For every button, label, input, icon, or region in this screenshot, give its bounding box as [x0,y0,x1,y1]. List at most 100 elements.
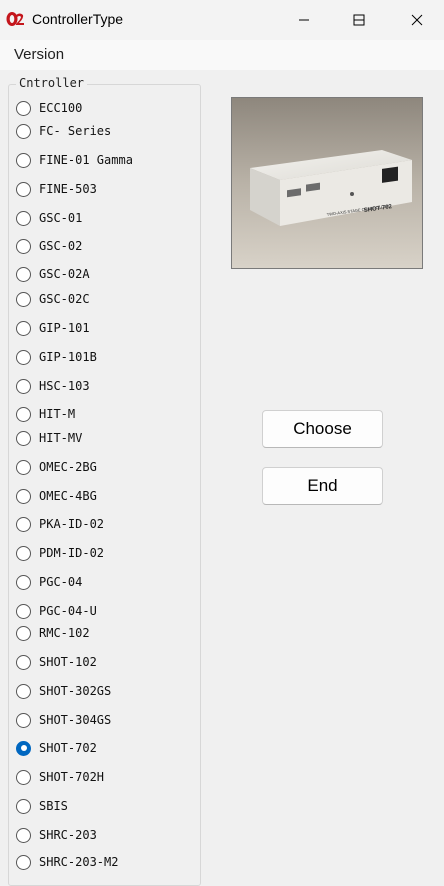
controller-option[interactable]: SHOT-702 [16,738,97,758]
end-button[interactable]: End [262,467,383,505]
controller-option-label: GIP-101 [39,321,90,335]
controller-option-label: PDM-ID-02 [39,546,105,560]
controller-option[interactable]: SHOT-102 [16,652,97,672]
close-icon [411,14,423,26]
radio-button[interactable] [16,545,31,561]
radio-button[interactable] [16,430,31,446]
controller-option[interactable]: FINE-503 [16,179,97,199]
app-logo-icon [6,12,24,26]
controller-option-label: SHOT-702H [39,770,105,784]
minimize-button-main[interactable] [276,0,332,40]
controller-option-label: SBIS [39,799,68,813]
controller-option[interactable]: SHRC-203-M2 [16,852,118,872]
radio-button[interactable] [16,100,31,116]
controller-option[interactable]: GSC-02A [16,264,90,284]
controller-option-label: PKA-ID-02 [39,517,105,531]
controller-option-label: PGC-04 [39,575,83,589]
controller-group-label: Cntroller [16,76,88,90]
radio-button[interactable] [16,740,31,756]
controller-option-label: GSC-01 [39,211,83,225]
controller-option-label: GSC-02C [39,292,90,306]
radio-button[interactable] [16,181,31,197]
radio-button[interactable] [16,238,31,254]
controller-option-label: SHRC-203 [39,828,97,842]
controller-option[interactable]: GSC-01 [16,208,82,228]
radio-button[interactable] [16,769,31,785]
radio-button[interactable] [16,625,31,641]
controller-option-label: RMC-102 [39,626,90,640]
radio-button[interactable] [16,406,31,422]
controller-option[interactable]: OMEC-2BG [16,457,97,477]
controller-option[interactable]: OMEC-4BG [16,486,97,506]
radio-button[interactable] [16,291,31,307]
controller-option[interactable]: SHOT-304GS [16,710,111,730]
controller-option[interactable]: PGC-04-U [16,601,97,621]
controller-option-label: FINE-01 Gamma [39,153,133,167]
controller-option[interactable]: SBIS [16,796,68,816]
controller-option[interactable]: GSC-02 [16,236,82,256]
controller-option[interactable]: FINE-01 Gamma [16,150,133,170]
controller-option[interactable]: HIT-MV [16,428,82,448]
controller-option[interactable]: GIP-101 [16,318,90,338]
controller-option-label: GSC-02A [39,267,90,281]
controller-option-label: SHRC-203-M2 [39,855,119,869]
controller-option[interactable]: PDM-ID-02 [16,543,104,563]
controller-preview-image: TWO-AXIS STAGE CONTROLLER SHOT-702 [231,97,423,269]
controller-option-label: GSC-02 [39,239,83,253]
controller-groupbox [8,84,201,886]
radio-button[interactable] [16,827,31,843]
controller-option[interactable]: PGC-04 [16,572,82,592]
controller-option[interactable]: HSC-103 [16,376,90,396]
minimize-icon [299,19,309,21]
controller-option-label: GIP-101B [39,350,97,364]
menu-version[interactable]: Version [14,46,64,63]
radio-button[interactable] [16,854,31,870]
device-photo: TWO-AXIS STAGE CONTROLLER SHOT-702 [232,98,422,268]
radio-button[interactable] [16,654,31,670]
controller-option-label: OMEC-4BG [39,489,97,503]
menu-bar: Version [0,40,444,70]
controller-option-label: FC- Series [39,124,112,138]
controller-option-label: FINE-503 [39,182,97,196]
window-title: ControllerType [32,11,124,27]
controller-option[interactable]: SHOT-302GS [16,681,111,701]
controller-option-label: PGC-04-U [39,604,97,618]
controller-option[interactable]: SHRC-203 [16,825,97,845]
radio-button[interactable] [16,378,31,394]
radio-button[interactable] [16,603,31,619]
controller-option-label: SHOT-304GS [39,713,112,727]
controller-option-label: SHOT-302GS [39,684,112,698]
controller-option[interactable]: HIT-M [16,404,75,424]
choose-button[interactable]: Choose [262,410,383,448]
radio-button[interactable] [16,266,31,282]
controller-option-label: HIT-M [39,407,76,421]
controller-option[interactable]: PKA-ID-02 [16,514,104,534]
title-bar: ControllerType [0,0,444,40]
controller-option[interactable]: SHOT-702H [16,767,104,787]
controller-option-label: HSC-103 [39,379,90,393]
radio-button[interactable] [16,712,31,728]
controller-option[interactable]: GIP-101B [16,347,97,367]
controller-option[interactable]: RMC-102 [16,623,90,643]
controller-option-label: HIT-MV [39,431,83,445]
radio-button[interactable] [16,574,31,590]
radio-button[interactable] [16,123,31,139]
controller-option[interactable]: ECC100 [16,98,82,118]
radio-button[interactable] [16,488,31,504]
radio-button[interactable] [16,683,31,699]
radio-button[interactable] [16,210,31,226]
radio-button[interactable] [16,516,31,532]
radio-button[interactable] [16,798,31,814]
radio-button[interactable] [16,459,31,475]
controller-option-label: ECC100 [39,101,83,115]
radio-button[interactable] [16,349,31,365]
controller-option-label: OMEC-2BG [39,460,97,474]
maximize-icon [353,14,365,26]
close-button[interactable] [389,0,444,40]
controller-option[interactable]: GSC-02C [16,289,90,309]
radio-button[interactable] [16,320,31,336]
controller-option-label: SHOT-702 [39,741,97,755]
radio-button[interactable] [16,152,31,168]
controller-option[interactable]: FC- Series [16,121,111,141]
maximize-button[interactable] [331,0,387,40]
